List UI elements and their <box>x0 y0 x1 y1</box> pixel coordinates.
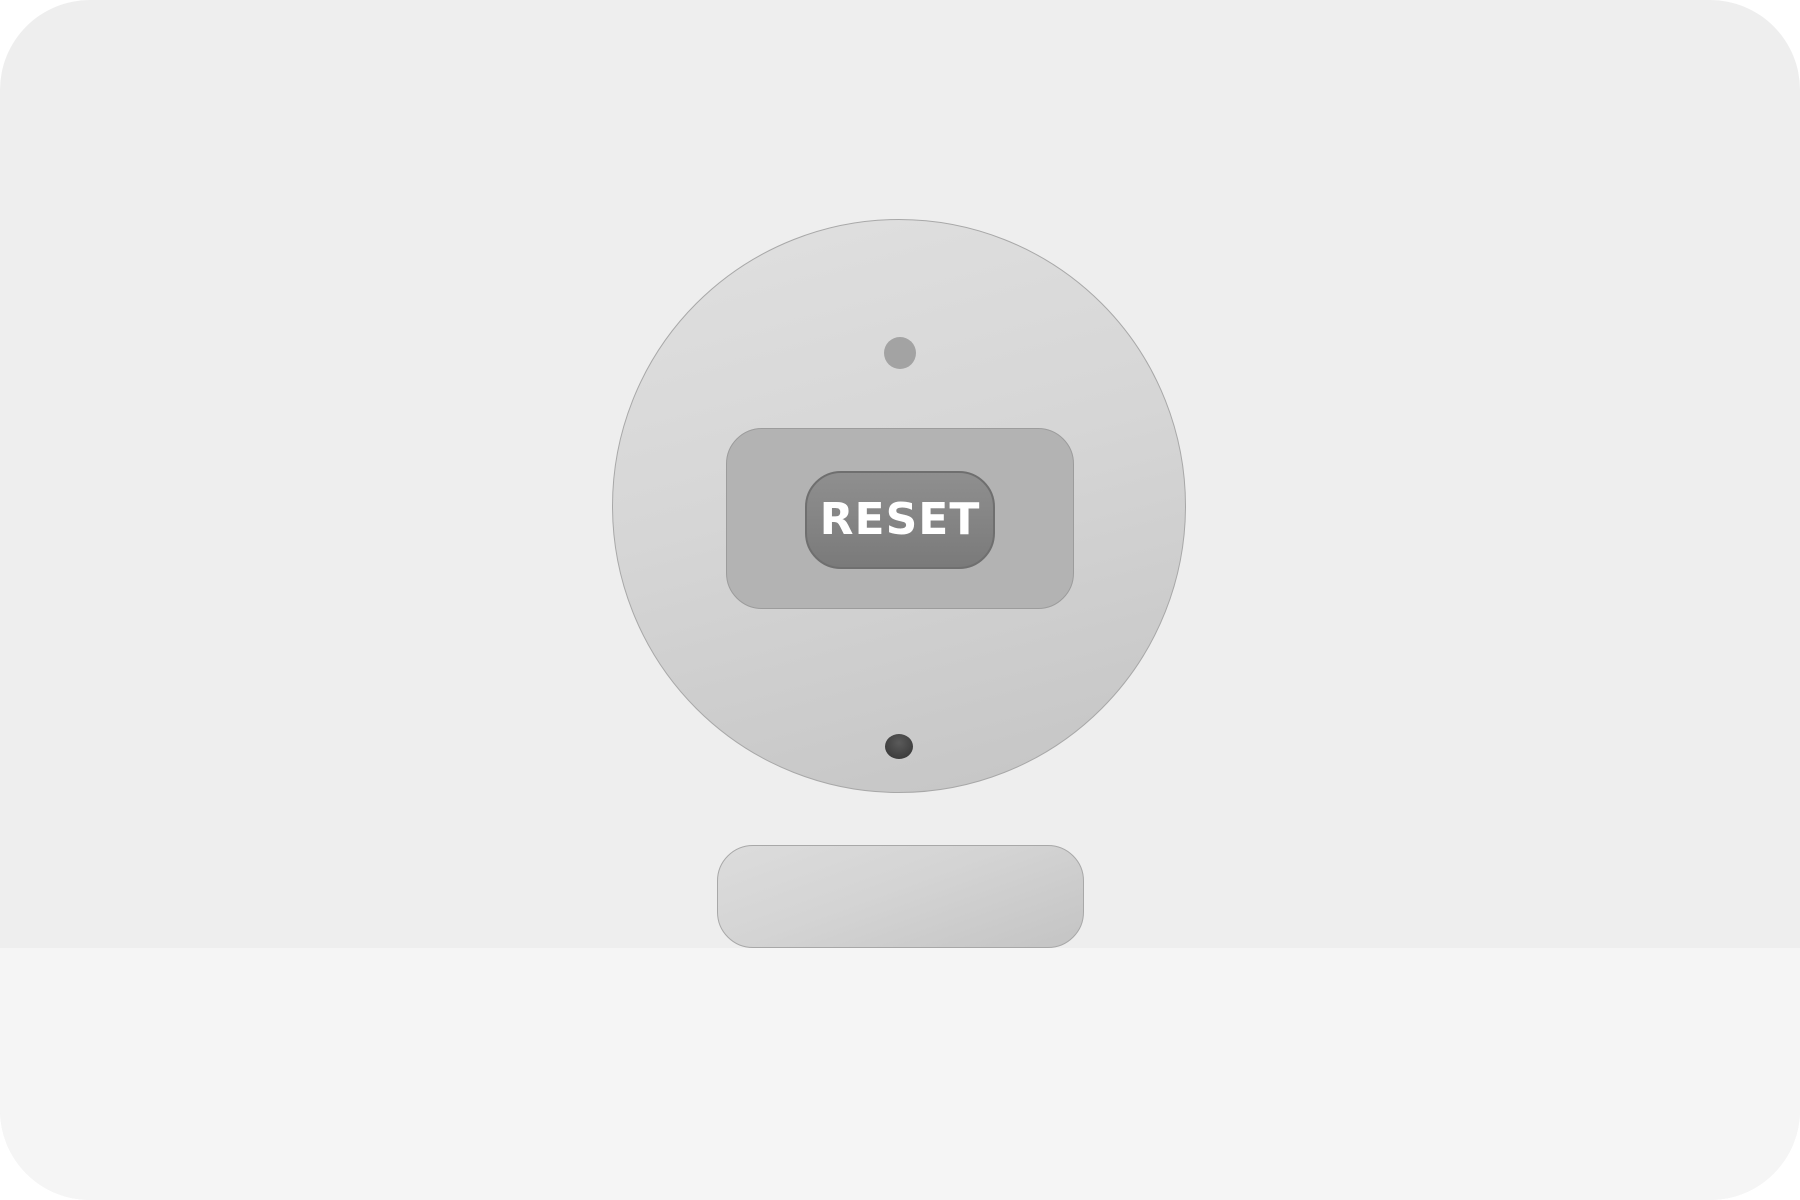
reset-button-label: RESET <box>819 494 981 545</box>
status-led-icon <box>884 337 916 369</box>
device-base-stand <box>717 845 1084 948</box>
device-scene: RESET <box>0 0 1800 1200</box>
pinhole-icon <box>885 734 913 759</box>
floor-surface <box>0 948 1800 1200</box>
reset-button[interactable]: RESET <box>805 471 995 569</box>
